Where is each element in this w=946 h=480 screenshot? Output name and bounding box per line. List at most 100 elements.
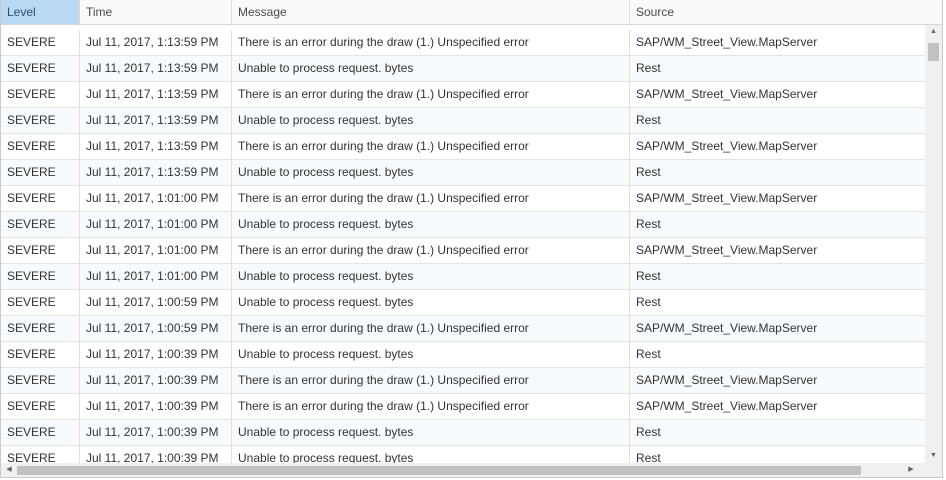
cell-source: Rest	[636, 217, 661, 231]
scroll-up-arrow-icon[interactable]: ▲	[925, 25, 942, 39]
cell-level: SEVERE	[1, 342, 80, 367]
cell-level: SEVERE	[1, 160, 80, 185]
cell-source: Rest	[636, 347, 661, 361]
cell-time: Jul 11, 2017, 1:01:00 PM	[80, 186, 232, 211]
cell-time: Jul 11, 2017, 1:00:39 PM	[80, 394, 232, 419]
cell-time: Jul 11, 2017, 1:13:59 PM	[80, 82, 232, 107]
table-row[interactable]: SEVERE Jul 11, 2017, 1:01:00 PM There is a…	[1, 238, 925, 264]
table-row[interactable]: SEVERE Jul 11, 2017, 1:13:59 PM There is a…	[1, 30, 925, 56]
table-row[interactable]: SEVERE Jul 11, 2017, 1:00:39 PM Unable to …	[1, 446, 925, 463]
cell-time: Jul 11, 2017, 1:00:39 PM	[80, 368, 232, 393]
table-row[interactable]: SEVERE Jul 11, 2017, 1:01:00 PM There is a…	[1, 186, 925, 212]
cell-source: SAP/WM_Street_View.MapServer	[636, 321, 818, 335]
cell-message: There is an error during the draw (1.) U…	[232, 238, 630, 263]
vertical-scrollbar[interactable]: ▲ ▼	[925, 25, 942, 463]
scroll-down-arrow-icon[interactable]: ▼	[925, 449, 942, 463]
column-header-message[interactable]: Message	[232, 0, 630, 24]
table-row[interactable]: SEVERE Jul 11, 2017, 1:00:59 PM There is a…	[1, 316, 925, 342]
vertical-scroll-thumb[interactable]	[928, 43, 939, 61]
cell-message: There is an error during the draw (1.) U…	[232, 394, 630, 419]
table-body: SEVERE Jul 11, 2017, 1:13:59 PM There is a…	[1, 25, 925, 463]
cell-message: There is an error during the draw (1.) U…	[232, 316, 630, 341]
cell-level: SEVERE	[1, 56, 80, 81]
cell-source: Rest	[636, 61, 661, 75]
horizontal-scrollbar[interactable]: ◀ ▶	[1, 463, 925, 477]
cell-level: SEVERE	[1, 394, 80, 419]
cell-level: SEVERE	[1, 264, 80, 289]
cell-source: SAP/WM_Street_View.MapServer	[636, 87, 818, 101]
cell-source: SAP/WM_Street_View.MapServer	[636, 373, 818, 387]
cell-time: Jul 11, 2017, 1:13:59 PM	[80, 160, 232, 185]
cell-source: Rest	[636, 165, 661, 179]
cell-time: Jul 11, 2017, 1:01:00 PM	[80, 212, 232, 237]
cell-message: Unable to process request. bytes	[232, 420, 630, 445]
table-row[interactable]: SEVERE Jul 11, 2017, 1:00:39 PM There is a…	[1, 394, 925, 420]
cell-source: SAP/WM_Street_View.MapServer	[636, 399, 818, 413]
cell-message: Unable to process request. bytes	[232, 108, 630, 133]
cell-level: SEVERE	[1, 108, 80, 133]
cell-message: Unable to process request. bytes	[232, 56, 630, 81]
cell-message: Unable to process request. bytes	[232, 264, 630, 289]
cell-time: Jul 11, 2017, 1:01:00 PM	[80, 238, 232, 263]
cell-message: There is an error during the draw (1.) U…	[232, 368, 630, 393]
cell-time: Jul 11, 2017, 1:00:59 PM	[80, 290, 232, 315]
table-row[interactable]: SEVERE Jul 11, 2017, 1:13:59 PM Unable to …	[1, 160, 925, 186]
cell-level: SEVERE	[1, 82, 80, 107]
cell-time: Jul 11, 2017, 1:13:59 PM	[80, 134, 232, 159]
cell-source: Rest	[636, 425, 661, 439]
cell-message: There is an error during the draw (1.) U…	[232, 30, 630, 55]
column-header-source[interactable]: Source	[630, 0, 925, 24]
table-row[interactable]: SEVERE Jul 11, 2017, 1:00:59 PM Unable to …	[1, 290, 925, 316]
table-row[interactable]: SEVERE Jul 11, 2017, 1:13:59 PM Unable to …	[1, 108, 925, 134]
log-table: Level Time Message Source SEVERE Jul 11, …	[0, 0, 943, 478]
cell-source: SAP/WM_Street_View.MapServer	[636, 35, 818, 49]
table-row[interactable]: SEVERE Jul 11, 2017, 1:01:00 PM Unable to …	[1, 264, 925, 290]
table-row[interactable]: SEVERE Jul 11, 2017, 1:00:39 PM Unable to …	[1, 342, 925, 368]
scroll-right-arrow-icon[interactable]: ▶	[903, 463, 919, 477]
cell-source: Rest	[636, 295, 661, 309]
cell-level: SEVERE	[1, 30, 80, 55]
cell-message: Unable to process request. bytes	[232, 212, 630, 237]
cell-time: Jul 11, 2017, 1:01:00 PM	[80, 264, 232, 289]
cell-level: SEVERE	[1, 368, 80, 393]
table-row[interactable]: SEVERE Jul 11, 2017, 1:00:39 PM There is a…	[1, 368, 925, 394]
cell-level: SEVERE	[1, 316, 80, 341]
cell-level: SEVERE	[1, 212, 80, 237]
cell-source: SAP/WM_Street_View.MapServer	[636, 191, 818, 205]
cell-level: SEVERE	[1, 420, 80, 445]
column-header-level[interactable]: Level	[1, 0, 80, 24]
cell-message: Unable to process request. bytes	[232, 342, 630, 367]
table-row[interactable]: SEVERE Jul 11, 2017, 1:01:00 PM Unable to …	[1, 212, 925, 238]
cell-message: Unable to process request. bytes	[232, 446, 630, 463]
cell-source: Rest	[636, 113, 661, 127]
cell-level: SEVERE	[1, 186, 80, 211]
cell-time: Jul 11, 2017, 1:00:39 PM	[80, 342, 232, 367]
cell-time: Jul 11, 2017, 1:13:59 PM	[80, 30, 232, 55]
cell-source: Rest	[636, 269, 661, 283]
cell-source: SAP/WM_Street_View.MapServer	[636, 139, 818, 153]
cell-message: Unable to process request. bytes	[232, 160, 630, 185]
scrollbar-corner	[925, 463, 942, 477]
cell-time: Jul 11, 2017, 1:00:59 PM	[80, 316, 232, 341]
cell-time: Jul 11, 2017, 1:13:59 PM	[80, 108, 232, 133]
horizontal-scroll-thumb[interactable]	[17, 466, 861, 475]
table-row[interactable]: SEVERE Jul 11, 2017, 1:13:59 PM There is a…	[1, 82, 925, 108]
table-row[interactable]: SEVERE Jul 11, 2017, 1:13:59 PM Unable to …	[1, 56, 925, 82]
cell-message: Unable to process request. bytes	[232, 290, 630, 315]
table-row[interactable]: SEVERE Jul 11, 2017, 1:13:59 PM There is a…	[1, 134, 925, 160]
cell-message: There is an error during the draw (1.) U…	[232, 134, 630, 159]
cell-source: SAP/WM_Street_View.MapServer	[636, 243, 818, 257]
cell-level: SEVERE	[1, 290, 80, 315]
cell-time: Jul 11, 2017, 1:00:39 PM	[80, 420, 232, 445]
cell-level: SEVERE	[1, 134, 80, 159]
cell-message: There is an error during the draw (1.) U…	[232, 186, 630, 211]
cell-time: Jul 11, 2017, 1:13:59 PM	[80, 56, 232, 81]
column-header-time[interactable]: Time	[80, 0, 232, 24]
cell-source: Rest	[636, 451, 661, 463]
table-header: Level Time Message Source	[1, 0, 942, 25]
cell-level: SEVERE	[1, 238, 80, 263]
cell-time: Jul 11, 2017, 1:00:39 PM	[80, 446, 232, 463]
scroll-left-arrow-icon[interactable]: ◀	[1, 463, 17, 477]
table-row[interactable]: SEVERE Jul 11, 2017, 1:00:39 PM Unable to …	[1, 420, 925, 446]
cell-message: There is an error during the draw (1.) U…	[232, 82, 630, 107]
